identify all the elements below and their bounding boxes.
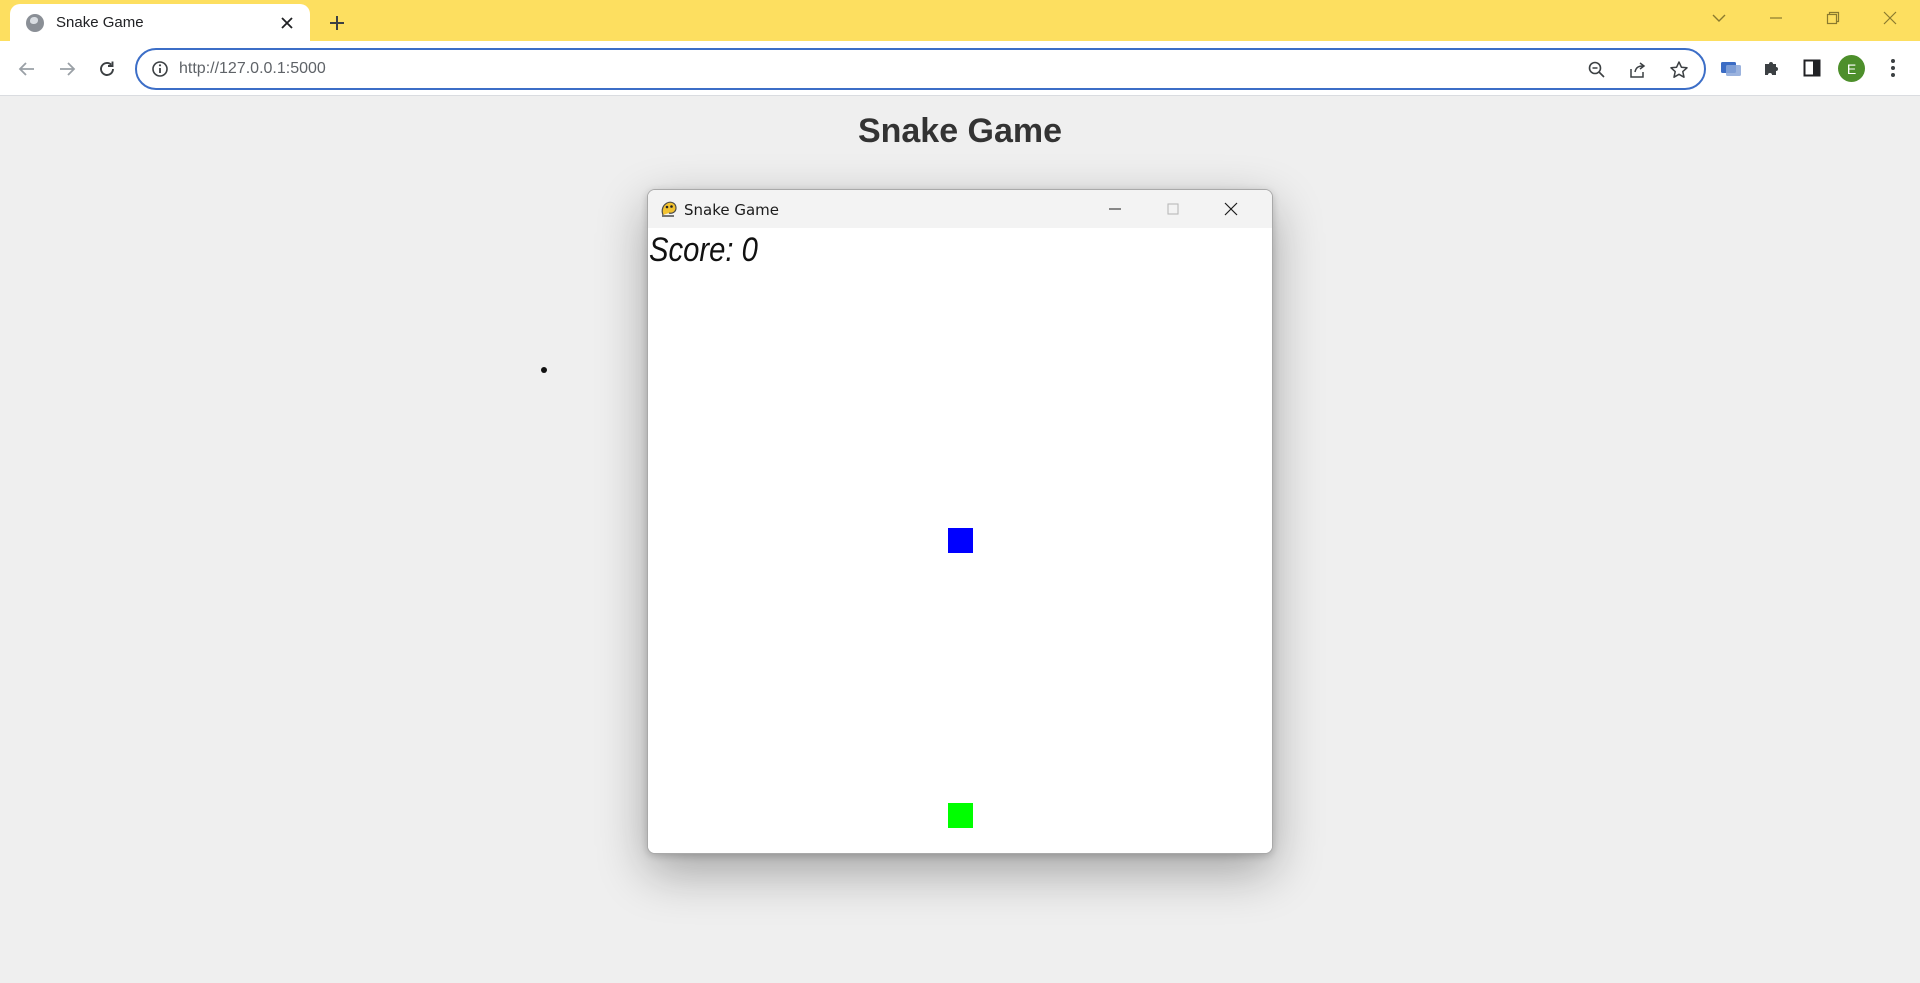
- star-icon: [1670, 61, 1688, 78]
- snake-block: [948, 528, 973, 553]
- restore-icon: [1826, 11, 1840, 25]
- zoom-button[interactable]: [1586, 59, 1608, 81]
- side-panel-icon: [1803, 59, 1821, 77]
- url-text[interactable]: http://127.0.0.1:5000: [179, 60, 326, 78]
- share-button[interactable]: [1627, 59, 1649, 81]
- game-canvas[interactable]: Score: 0: [648, 228, 1272, 853]
- minimize-button[interactable]: [1758, 6, 1794, 30]
- food-block: [948, 803, 973, 828]
- browser-menu-button[interactable]: [1880, 55, 1906, 81]
- reload-button[interactable]: [93, 55, 121, 83]
- address-bar[interactable]: http://127.0.0.1:5000: [135, 48, 1706, 90]
- browser-tab-strip: Snake Game: [0, 0, 1920, 41]
- zoom-out-icon: [1588, 61, 1605, 78]
- tab-close-button[interactable]: [276, 12, 298, 34]
- close-icon: [281, 16, 293, 29]
- new-tab-button[interactable]: [324, 10, 350, 36]
- maximize-icon: [1167, 203, 1179, 215]
- list-bullet: [541, 367, 547, 373]
- game-window-title: Snake Game: [684, 201, 780, 219]
- game-window-titlebar[interactable]: Snake Game: [648, 190, 1272, 228]
- restore-button[interactable]: [1815, 6, 1851, 30]
- game-window[interactable]: Snake Game Score: 0: [647, 189, 1273, 854]
- game-minimize-button[interactable]: [1100, 197, 1130, 221]
- forward-button[interactable]: [53, 55, 81, 83]
- reload-icon: [100, 61, 114, 76]
- back-button[interactable]: [13, 55, 41, 83]
- tab-title: Snake Game: [56, 14, 144, 31]
- browser-tab[interactable]: Snake Game: [10, 4, 310, 41]
- close-icon: [1224, 202, 1238, 216]
- bookmark-button[interactable]: [1668, 59, 1690, 81]
- more-vertical-icon: [1891, 59, 1895, 77]
- extensions-menu-button[interactable]: [1759, 55, 1785, 81]
- extension-button[interactable]: [1718, 55, 1744, 81]
- pygame-snake-icon: [661, 201, 677, 217]
- page-title: Snake Game: [857, 112, 1063, 150]
- close-window-button[interactable]: [1872, 6, 1908, 30]
- arrow-left-icon: [18, 62, 34, 76]
- share-icon: [1630, 62, 1646, 78]
- game-maximize-button: [1158, 197, 1188, 221]
- info-icon[interactable]: [151, 60, 169, 78]
- globe-icon: [26, 13, 44, 32]
- game-close-button[interactable]: [1216, 197, 1246, 221]
- tab-search-button[interactable]: [1701, 6, 1737, 30]
- minimize-icon: [1109, 208, 1121, 210]
- side-panel-button[interactable]: [1799, 55, 1825, 81]
- profile-avatar[interactable]: E: [1838, 55, 1865, 82]
- close-icon: [1883, 11, 1897, 25]
- plus-icon: [330, 16, 344, 30]
- arrow-right-icon: [60, 62, 76, 76]
- minimize-icon: [1770, 17, 1782, 19]
- chevron-down-icon: [1712, 14, 1726, 22]
- score-text: Score: 0: [649, 231, 758, 269]
- puzzle-icon: [1765, 62, 1778, 75]
- chat-extension-icon: [1721, 62, 1741, 76]
- browser-toolbar: http://127.0.0.1:5000 E: [0, 41, 1920, 96]
